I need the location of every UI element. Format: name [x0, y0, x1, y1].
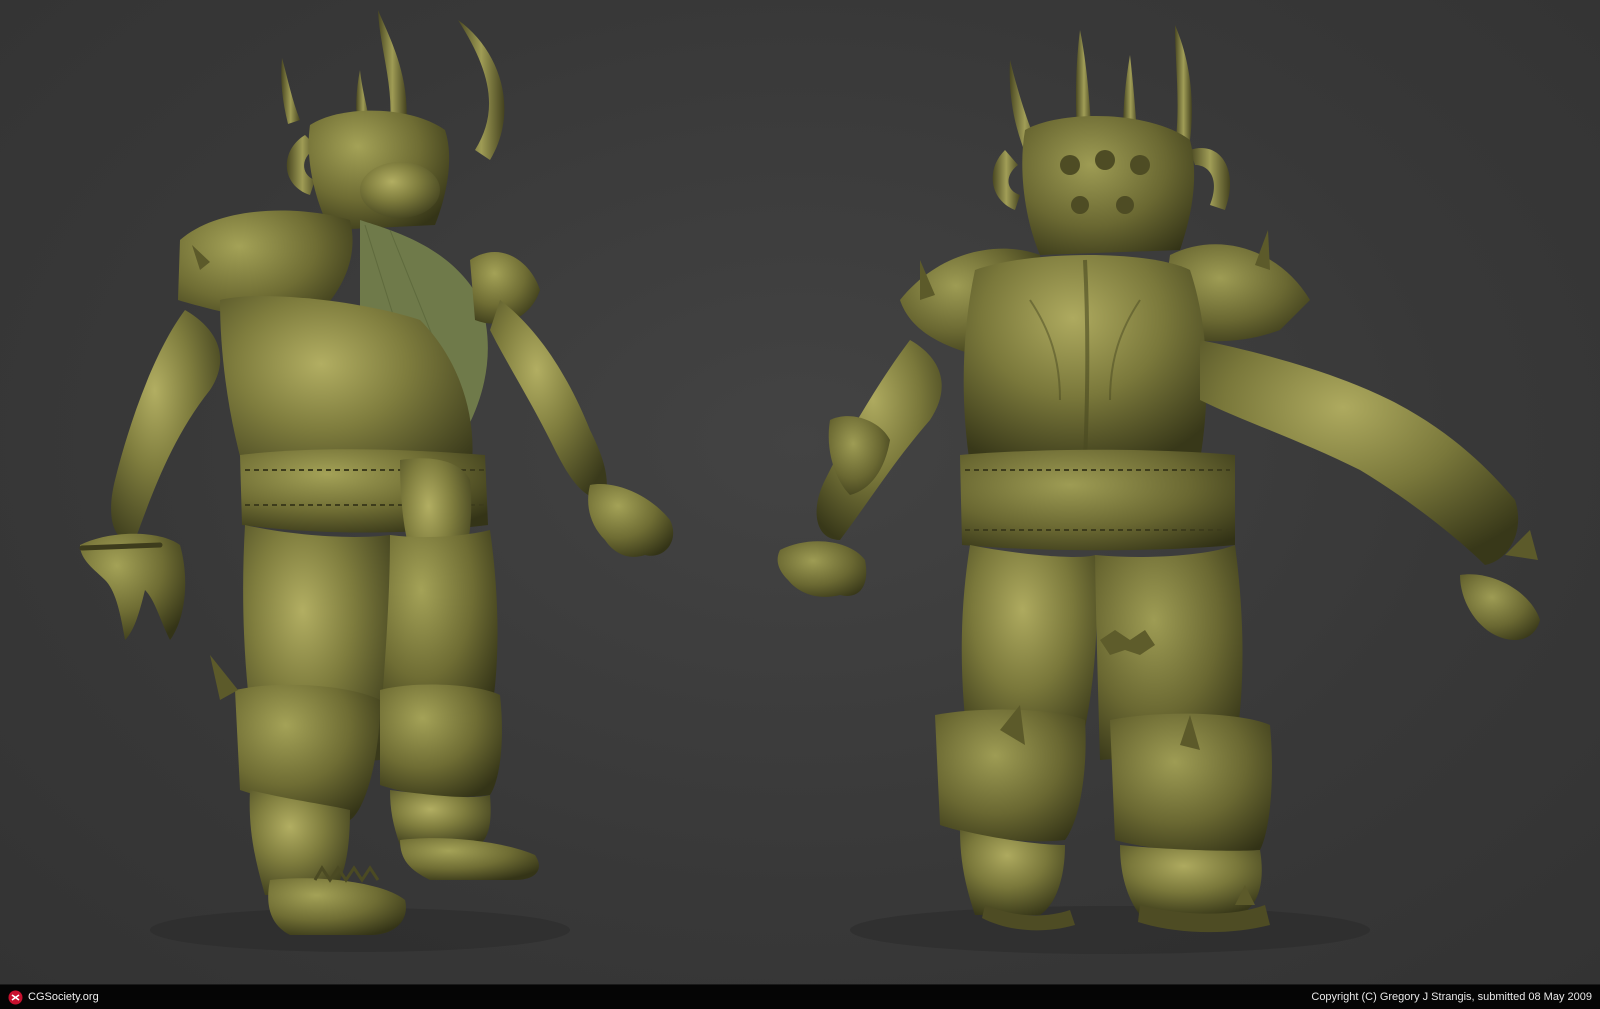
back-view-figure: [770, 0, 1570, 984]
footer-bar: CGSociety.org Copyright (C) Gregory J St…: [0, 984, 1600, 1009]
footer-site-name: CGSociety.org: [28, 991, 99, 1003]
front-view-figure: [60, 0, 720, 984]
render-canvas: [0, 0, 1600, 984]
cgsociety-logo-icon: [8, 990, 23, 1005]
footer-copyright: Copyright (C) Gregory J Strangis, submit…: [1311, 991, 1592, 1003]
image-page: CGSociety.org Copyright (C) Gregory J St…: [0, 0, 1600, 1009]
footer-site-link[interactable]: CGSociety.org: [8, 990, 99, 1005]
